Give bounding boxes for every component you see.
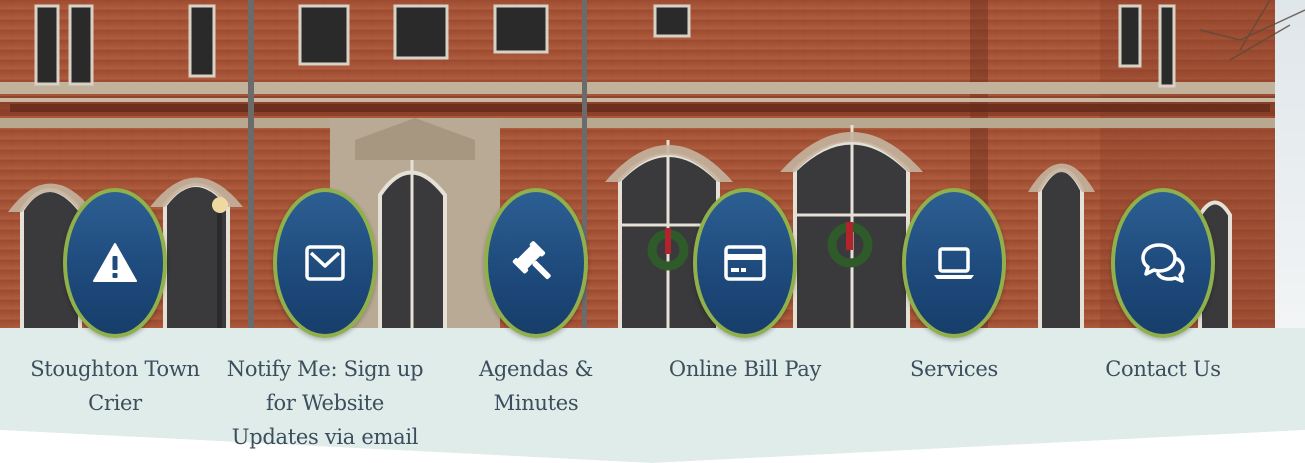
quicklink-circle[interactable] bbox=[484, 188, 588, 338]
hero-banner: Stoughton Town Crier Notify Me: Sign up … bbox=[0, 0, 1305, 463]
envelope-icon bbox=[305, 245, 345, 281]
quicklink-circle[interactable] bbox=[63, 188, 167, 338]
chat-bubbles-icon bbox=[1141, 243, 1185, 283]
quicklink-agendas-minutes[interactable]: Agendas & Minutes bbox=[436, 188, 636, 420]
quicklink-label: Stoughton Town Crier bbox=[30, 357, 200, 415]
quicklink-online-bill-pay[interactable]: Online Bill Pay bbox=[645, 188, 845, 386]
quicklink-circle[interactable] bbox=[902, 188, 1006, 338]
quicklink-contact-us[interactable]: Contact Us bbox=[1063, 188, 1263, 386]
quicklink-circle[interactable] bbox=[273, 188, 377, 338]
quicklink-label: Online Bill Pay bbox=[668, 357, 822, 381]
laptop-icon bbox=[934, 247, 974, 279]
quicklinks-bar: Stoughton Town Crier Notify Me: Sign up … bbox=[0, 0, 1305, 463]
quicklink-label: Services bbox=[910, 357, 998, 381]
credit-card-icon bbox=[724, 245, 766, 281]
quicklink-notify-me[interactable]: Notify Me: Sign up for Website Updates v… bbox=[225, 188, 425, 454]
quicklink-circle[interactable] bbox=[1111, 188, 1215, 338]
quicklink-label: Notify Me: Sign up for Website Updates v… bbox=[226, 357, 424, 449]
warning-icon bbox=[93, 243, 137, 282]
quicklink-label: Contact Us bbox=[1105, 357, 1221, 381]
quicklink-label: Agendas & Minutes bbox=[479, 357, 593, 415]
quicklink-circle[interactable] bbox=[693, 188, 797, 338]
quicklink-town-crier[interactable]: Stoughton Town Crier bbox=[15, 188, 215, 420]
quicklink-services[interactable]: Services bbox=[854, 188, 1054, 386]
gavel-icon bbox=[512, 241, 551, 280]
